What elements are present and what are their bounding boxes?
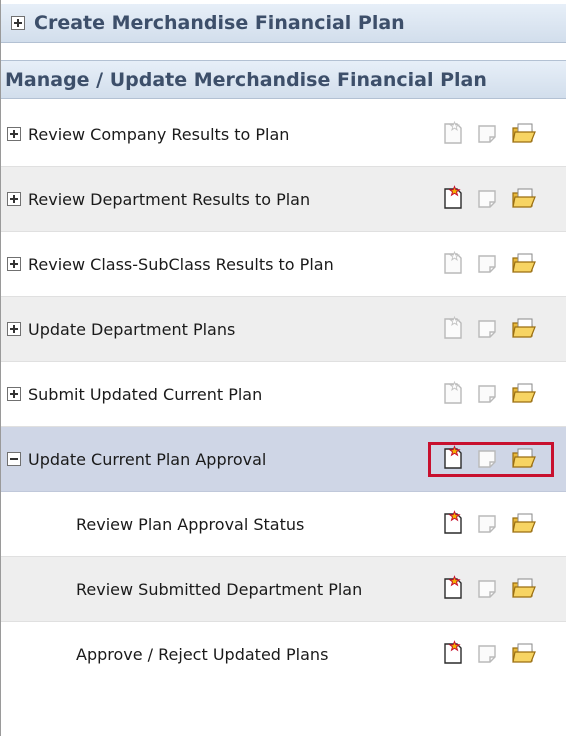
close-task-icon[interactable] — [474, 250, 500, 276]
open-task-icon[interactable] — [510, 380, 536, 406]
collapse-icon[interactable] — [7, 452, 21, 466]
new-task-icon[interactable] — [440, 315, 466, 341]
task-row[interactable]: Submit Updated Current Plan — [1, 362, 566, 427]
task-row[interactable]: Update Department Plans — [1, 297, 566, 362]
open-task-icon[interactable] — [510, 575, 536, 601]
close-task-icon[interactable] — [474, 185, 500, 211]
task-label[interactable]: Review Plan Approval Status — [76, 492, 304, 557]
task-list: Review Company Results to Plan Review De… — [1, 102, 566, 687]
group-header-label: Manage / Update Merchandise Financial Pl… — [5, 69, 487, 91]
task-action-icons — [438, 640, 551, 668]
subtask-row[interactable]: Review Plan Approval Status — [1, 492, 566, 557]
group-header-manage-update-plan[interactable]: Manage / Update Merchandise Financial Pl… — [1, 60, 566, 99]
task-row[interactable]: Review Department Results to Plan — [1, 167, 566, 232]
task-row[interactable]: Review Class-SubClass Results to Plan — [1, 232, 566, 297]
open-task-icon[interactable] — [510, 640, 536, 666]
close-task-icon[interactable] — [474, 380, 500, 406]
task-action-icons — [438, 575, 551, 603]
task-label[interactable]: Submit Updated Current Plan — [28, 362, 262, 427]
task-label[interactable]: Update Department Plans — [28, 297, 235, 362]
subtask-row[interactable]: Approve / Reject Updated Plans — [1, 622, 566, 687]
open-task-icon[interactable] — [510, 250, 536, 276]
task-label[interactable]: Review Class-SubClass Results to Plan — [28, 232, 334, 297]
task-panel: Create Merchandise Financial Plan Manage… — [0, 0, 566, 736]
group-header-create-plan[interactable]: Create Merchandise Financial Plan — [1, 4, 566, 43]
expand-icon[interactable] — [7, 192, 21, 206]
open-task-icon[interactable] — [510, 445, 536, 471]
new-task-icon[interactable] — [440, 640, 466, 666]
task-row[interactable]: Review Company Results to Plan — [1, 102, 566, 167]
open-task-icon[interactable] — [510, 315, 536, 341]
close-task-icon[interactable] — [474, 120, 500, 146]
new-task-icon[interactable] — [440, 120, 466, 146]
task-label[interactable]: Approve / Reject Updated Plans — [76, 622, 328, 687]
close-task-icon[interactable] — [474, 510, 500, 536]
task-action-icons — [438, 315, 551, 343]
expand-icon[interactable] — [7, 322, 21, 336]
new-task-icon[interactable] — [440, 380, 466, 406]
task-label[interactable]: Review Company Results to Plan — [28, 102, 289, 167]
close-task-icon[interactable] — [474, 575, 500, 601]
task-action-icons — [438, 250, 551, 278]
open-task-icon[interactable] — [510, 185, 536, 211]
task-action-icons — [438, 185, 551, 213]
expand-icon[interactable] — [7, 257, 21, 271]
expand-icon[interactable] — [7, 387, 21, 401]
expand-icon[interactable] — [7, 127, 21, 141]
close-task-icon[interactable] — [474, 640, 500, 666]
task-action-icons — [438, 510, 551, 538]
open-task-icon[interactable] — [510, 120, 536, 146]
task-label[interactable]: Review Department Results to Plan — [28, 167, 310, 232]
new-task-icon[interactable] — [440, 185, 466, 211]
open-task-icon[interactable] — [510, 510, 536, 536]
expand-icon[interactable] — [11, 16, 25, 30]
new-task-icon[interactable] — [440, 575, 466, 601]
close-task-icon[interactable] — [474, 315, 500, 341]
task-action-icons — [438, 380, 551, 408]
task-row-selected[interactable]: Update Current Plan Approval — [1, 427, 566, 492]
group-header-label: Create Merchandise Financial Plan — [34, 12, 405, 34]
subtask-row[interactable]: Review Submitted Department Plan — [1, 557, 566, 622]
task-action-icons — [438, 120, 551, 148]
task-label[interactable]: Update Current Plan Approval — [28, 427, 266, 492]
new-task-icon[interactable] — [440, 250, 466, 276]
new-task-icon[interactable] — [440, 510, 466, 536]
new-task-icon[interactable] — [440, 445, 466, 471]
task-action-icons — [438, 445, 551, 473]
close-task-icon[interactable] — [474, 445, 500, 471]
task-label[interactable]: Review Submitted Department Plan — [76, 557, 362, 622]
